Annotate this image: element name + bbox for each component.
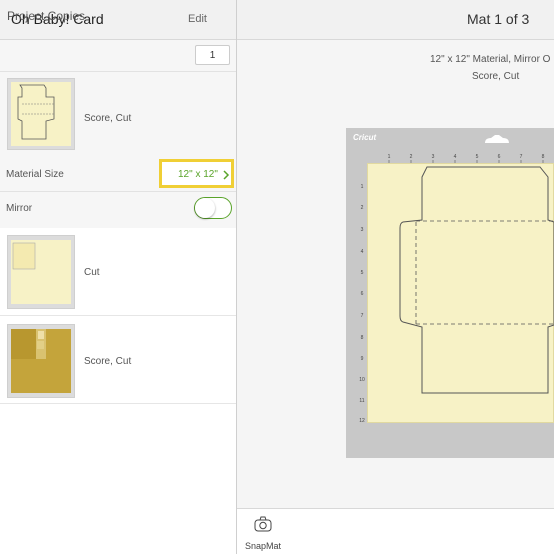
ruler-top-label: 6: [498, 154, 501, 160]
mat-thumbnail-1[interactable]: [7, 78, 75, 150]
material-info: 12" x 12" Material, Mirror O: [430, 54, 551, 65]
material-size-value[interactable]: 12" x 12": [178, 169, 218, 180]
divider: [0, 403, 236, 404]
ruler-left-label: 9: [361, 356, 364, 362]
ruler-top-label: 7: [520, 154, 523, 160]
operation-info: Score, Cut: [472, 71, 520, 82]
mat-operations-1: Score, Cut: [84, 113, 132, 124]
snapmat-button-label[interactable]: SnapMat: [245, 541, 281, 551]
project-copies-input[interactable]: 1: [195, 45, 230, 65]
material-size-label: Material Size: [6, 169, 64, 180]
ruler-left-label: 1: [361, 184, 364, 190]
envelope-cut-design[interactable]: [399, 166, 554, 395]
chevron-right-icon[interactable]: [223, 170, 230, 180]
divider: [0, 315, 236, 316]
project-copies-label: Project Copies: [7, 9, 86, 23]
mat-handle-icon: [485, 135, 509, 143]
ruler-top-label: 3: [432, 154, 435, 160]
ruler-left-label: 3: [361, 227, 364, 233]
mat-thumbnail-3[interactable]: [7, 324, 75, 398]
ruler-top: 1 2 3 4 5 6 7 8: [388, 154, 545, 164]
ruler-left-label: 8: [361, 335, 364, 341]
mirror-toggle-knob[interactable]: [195, 198, 215, 218]
ruler-left: 1 2 3 4 5 6 7 8 9 10 11 12: [359, 184, 365, 424]
ruler-top-label: 4: [454, 154, 457, 160]
mirror-label: Mirror: [6, 203, 33, 214]
ruler-left-label: 12: [359, 418, 365, 424]
ruler-left-label: 7: [361, 313, 364, 319]
mat-counter: Mat 1 of 3: [467, 11, 530, 27]
ruler-left-label: 10: [359, 377, 365, 383]
mat-operations-3: Score, Cut: [84, 356, 132, 367]
edit-button[interactable]: Edit: [188, 13, 207, 25]
brand-logo: Cricut: [353, 133, 377, 142]
ruler-left-label: 6: [361, 291, 364, 297]
ruler-left-label: 11: [359, 398, 364, 404]
mat-operations-2: Cut: [84, 267, 100, 278]
ruler-left-label: 4: [361, 249, 364, 255]
ruler-top-label: 1: [388, 154, 391, 160]
ruler-left-label: 2: [361, 205, 364, 211]
bottom-toolbar: [237, 508, 554, 555]
mat-thumbnail-2[interactable]: [7, 235, 75, 309]
ruler-top-label: 2: [410, 154, 413, 160]
ruler-top-label: 5: [476, 154, 479, 160]
ruler-top-label: 8: [542, 154, 545, 160]
ruler-left-label: 5: [361, 270, 364, 276]
camera-icon[interactable]: [254, 516, 272, 532]
